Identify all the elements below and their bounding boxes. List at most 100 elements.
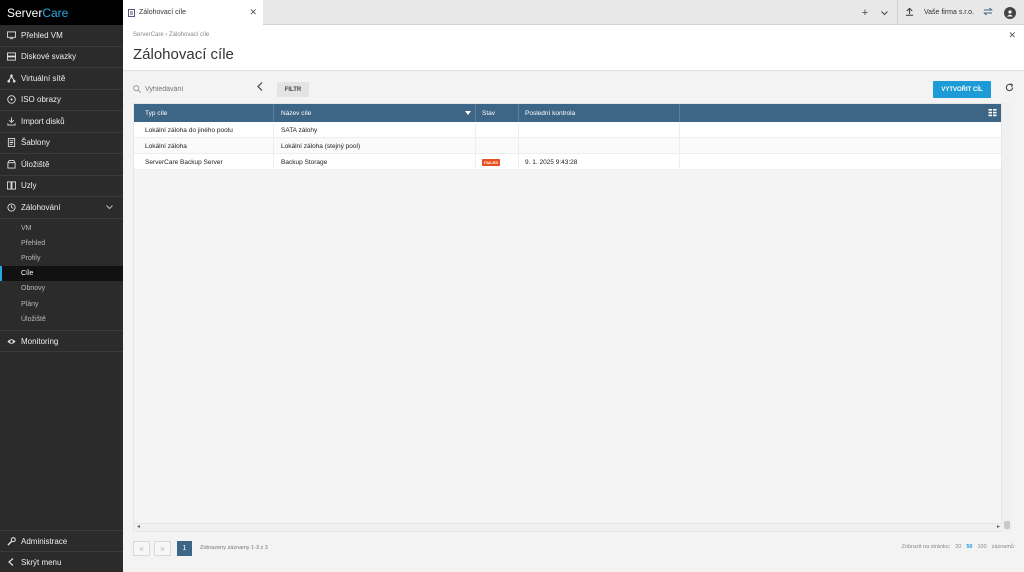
page-size-option-20[interactable]: 20: [955, 544, 961, 550]
plus-icon: +: [861, 6, 869, 19]
cell-empty: [680, 154, 1001, 170]
cell-status: [476, 122, 519, 138]
subnav-item-profiles[interactable]: Profily: [0, 251, 123, 266]
chevron-left-icon: [6, 557, 16, 567]
subnav-item-plans[interactable]: Plány: [0, 296, 123, 311]
scroll-left-icon[interactable]: ◂: [137, 523, 140, 530]
table-row[interactable]: ServerCare Backup Server Backup Storage …: [134, 154, 1001, 170]
subnav-item-storage[interactable]: Úložiště: [0, 312, 123, 327]
sidebar-item-backup[interactable]: Zálohování: [0, 197, 123, 219]
divider: [896, 0, 898, 25]
pagination: « » 1 Zobrazeny záznamy 1-3 z 3: [133, 540, 268, 556]
column-header-status[interactable]: Stav: [476, 104, 519, 122]
table-header: Typ cíle Název cíle Stav Poslední kontro…: [134, 104, 1001, 122]
cell-last-check: [519, 122, 680, 138]
table-row[interactable]: Lokální záloha Lokální záloha (stejný po…: [134, 138, 1001, 154]
cell-status: [476, 138, 519, 154]
cell-name: SATA zálohy: [274, 122, 476, 138]
refresh-button[interactable]: [1005, 83, 1014, 95]
storage-icon: [6, 159, 16, 169]
subnav-item-targets[interactable]: Cíle: [0, 266, 123, 282]
subnav-item-overview[interactable]: Přehled: [0, 236, 123, 251]
page-title: Zálohovací cíle: [133, 46, 234, 63]
sort-desc-icon: [465, 111, 471, 115]
cell-type: Lokální záloha do jiného poolu: [134, 122, 274, 138]
scroll-right-icon[interactable]: ▸: [997, 523, 1000, 530]
first-page-button[interactable]: «: [133, 540, 150, 556]
sidebar-item-administration[interactable]: Administrace: [0, 530, 123, 551]
vertical-scrollbar[interactable]: [1002, 103, 1012, 532]
cell-type: Lokální záloha: [134, 138, 274, 154]
subnav-item-vm[interactable]: VM: [0, 221, 123, 236]
upload-icon: [905, 7, 914, 19]
breadcrumb[interactable]: ServerCare › Zálohovací cíle: [133, 32, 209, 38]
filter-button[interactable]: FILTR: [277, 82, 309, 97]
tabs-dropdown-button[interactable]: [875, 0, 895, 25]
hide-menu-button[interactable]: Skrýt menu: [0, 551, 123, 572]
column-header-name-label: Název cíle: [281, 109, 312, 117]
last-page-button[interactable]: »: [154, 540, 171, 556]
sidebar-item-virtual-networks[interactable]: Virtuální sítě: [0, 68, 123, 90]
cell-last-check: [519, 138, 680, 154]
sidebar-item-nodes[interactable]: Uzly: [0, 176, 123, 197]
template-icon: [6, 138, 16, 148]
sidebar-item-disk-volumes[interactable]: Diskové svazky: [0, 47, 123, 68]
table-row[interactable]: Lokální záloha do jiného poolu SATA zálo…: [134, 122, 1001, 138]
column-header-type[interactable]: Typ cíle: [134, 104, 274, 122]
upload-button[interactable]: [900, 0, 920, 25]
chevron-left-icon: [257, 82, 263, 94]
sidebar-item-vm-overview[interactable]: Přehled VM: [0, 25, 123, 47]
sidebar-item-storage[interactable]: Úložiště: [0, 154, 123, 176]
sidebar-item-disk-import[interactable]: Import disků: [0, 111, 123, 133]
cell-type: ServerCare Backup Server: [134, 154, 274, 170]
page-size-label: Zobrazit na stránku:: [901, 544, 951, 550]
columns-icon[interactable]: [988, 108, 997, 119]
tab-backup-targets[interactable]: Zálohovací cíle ✕: [123, 0, 263, 25]
toolbar: FILTR VYTVOŘIT CÍL: [123, 80, 1024, 98]
page-size-selector: Zobrazit na stránku: 20 50 100 záznamů: [902, 544, 1014, 550]
create-target-button[interactable]: VYTVOŘIT CÍL: [933, 81, 991, 98]
disk-icon: [6, 52, 16, 62]
double-chevron-left-icon: «: [139, 543, 144, 553]
horizontal-scrollbar[interactable]: ◂ ▸: [134, 523, 1003, 531]
main-content: ServerCare › Zálohovací cíle Zálohovací …: [123, 25, 1024, 572]
sidebar-item-monitoring[interactable]: Monitoring: [0, 331, 123, 353]
monitor-icon: [6, 30, 16, 40]
sidebar-item-iso-images[interactable]: ISO obrazy: [0, 90, 123, 111]
chevron-down-icon: [881, 7, 889, 19]
sidebar-item-templates[interactable]: Šablony: [0, 133, 123, 154]
swap-icon: [983, 7, 993, 19]
sidebar: Server Care Přehled VM Diskové svazky Vir…: [0, 0, 123, 572]
close-page-icon[interactable]: ✕: [1008, 30, 1016, 41]
cell-status: FAILED: [476, 154, 519, 170]
targets-table: Typ cíle Název cíle Stav Poslední kontro…: [133, 103, 1003, 532]
page-size-option-100[interactable]: 100: [977, 544, 986, 550]
close-tab-icon[interactable]: ✕: [249, 7, 257, 18]
scrollbar-thumb[interactable]: [1004, 521, 1010, 529]
search-box: [133, 83, 265, 96]
records-info: Zobrazeny záznamy 1-3 z 3: [200, 545, 268, 551]
disc-icon: [6, 95, 16, 105]
eye-icon: [6, 336, 16, 346]
cell-name: Lokální záloha (stejný pool): [274, 138, 476, 154]
avatar[interactable]: [1004, 6, 1016, 19]
column-header-name[interactable]: Název cíle: [274, 104, 476, 122]
page-size-option-50[interactable]: 50: [966, 544, 972, 550]
cell-last-check: 9. 1. 2025 9:43:28: [519, 154, 680, 170]
page-header: ServerCare › Zálohovací cíle Zálohovací …: [123, 25, 1024, 71]
column-header-empty: [680, 104, 1001, 122]
subnav-item-restores[interactable]: Obnovy: [0, 281, 123, 296]
search-icon: [133, 84, 141, 95]
brand-logo[interactable]: Server Care: [0, 0, 123, 25]
search-input[interactable]: [145, 86, 255, 93]
company-name[interactable]: Vaše firma s.r.o.: [924, 9, 974, 16]
add-tab-button[interactable]: +: [855, 0, 875, 25]
collapse-filter-button[interactable]: [257, 82, 263, 94]
column-header-last-check[interactable]: Poslední kontrola: [519, 104, 680, 122]
import-icon: [6, 116, 16, 126]
page-size-suffix: záznamů: [991, 544, 1014, 550]
page-number-current[interactable]: 1: [177, 540, 192, 556]
wrench-icon: [6, 536, 16, 546]
switch-company-button[interactable]: [978, 0, 998, 25]
history-icon: [6, 202, 16, 212]
